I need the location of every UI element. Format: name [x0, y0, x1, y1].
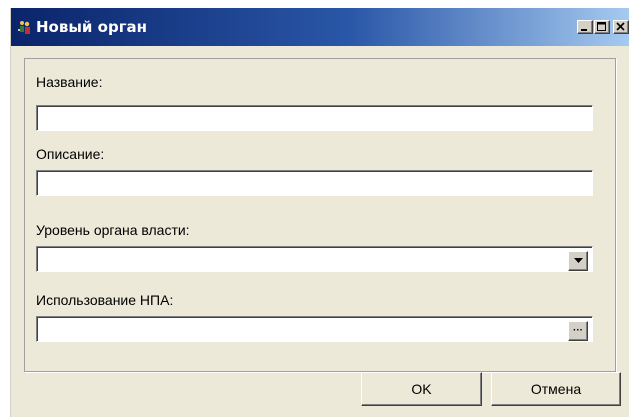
- minimize-icon: [581, 29, 587, 31]
- minimize-button[interactable]: [577, 20, 593, 34]
- npa-browse-button[interactable]: ···: [568, 321, 588, 341]
- window-title: Новый орган: [36, 18, 148, 36]
- description-label: Описание:: [36, 146, 105, 162]
- people-icon: [17, 19, 33, 35]
- authority-level-label: Уровень органа власти:: [36, 222, 190, 238]
- npa-usage-label: Использование НПА:: [36, 292, 174, 308]
- maximize-icon: [597, 22, 606, 31]
- close-button[interactable]: [613, 20, 629, 34]
- authority-level-dropdown-button[interactable]: [568, 251, 588, 271]
- name-label: Название:: [36, 74, 103, 90]
- maximize-button[interactable]: [594, 20, 610, 34]
- name-field[interactable]: [36, 105, 593, 131]
- title-bar[interactable]: Новый орган: [11, 8, 629, 46]
- chevron-down-icon: [574, 258, 583, 263]
- ok-button[interactable]: OK: [361, 372, 482, 406]
- dialog-window: Новый орган: [10, 8, 629, 417]
- cancel-button[interactable]: Отмена: [491, 372, 621, 406]
- authority-level-select[interactable]: [36, 246, 593, 272]
- description-field[interactable]: [36, 170, 593, 196]
- npa-usage-field[interactable]: [36, 316, 593, 342]
- close-icon: [616, 22, 625, 31]
